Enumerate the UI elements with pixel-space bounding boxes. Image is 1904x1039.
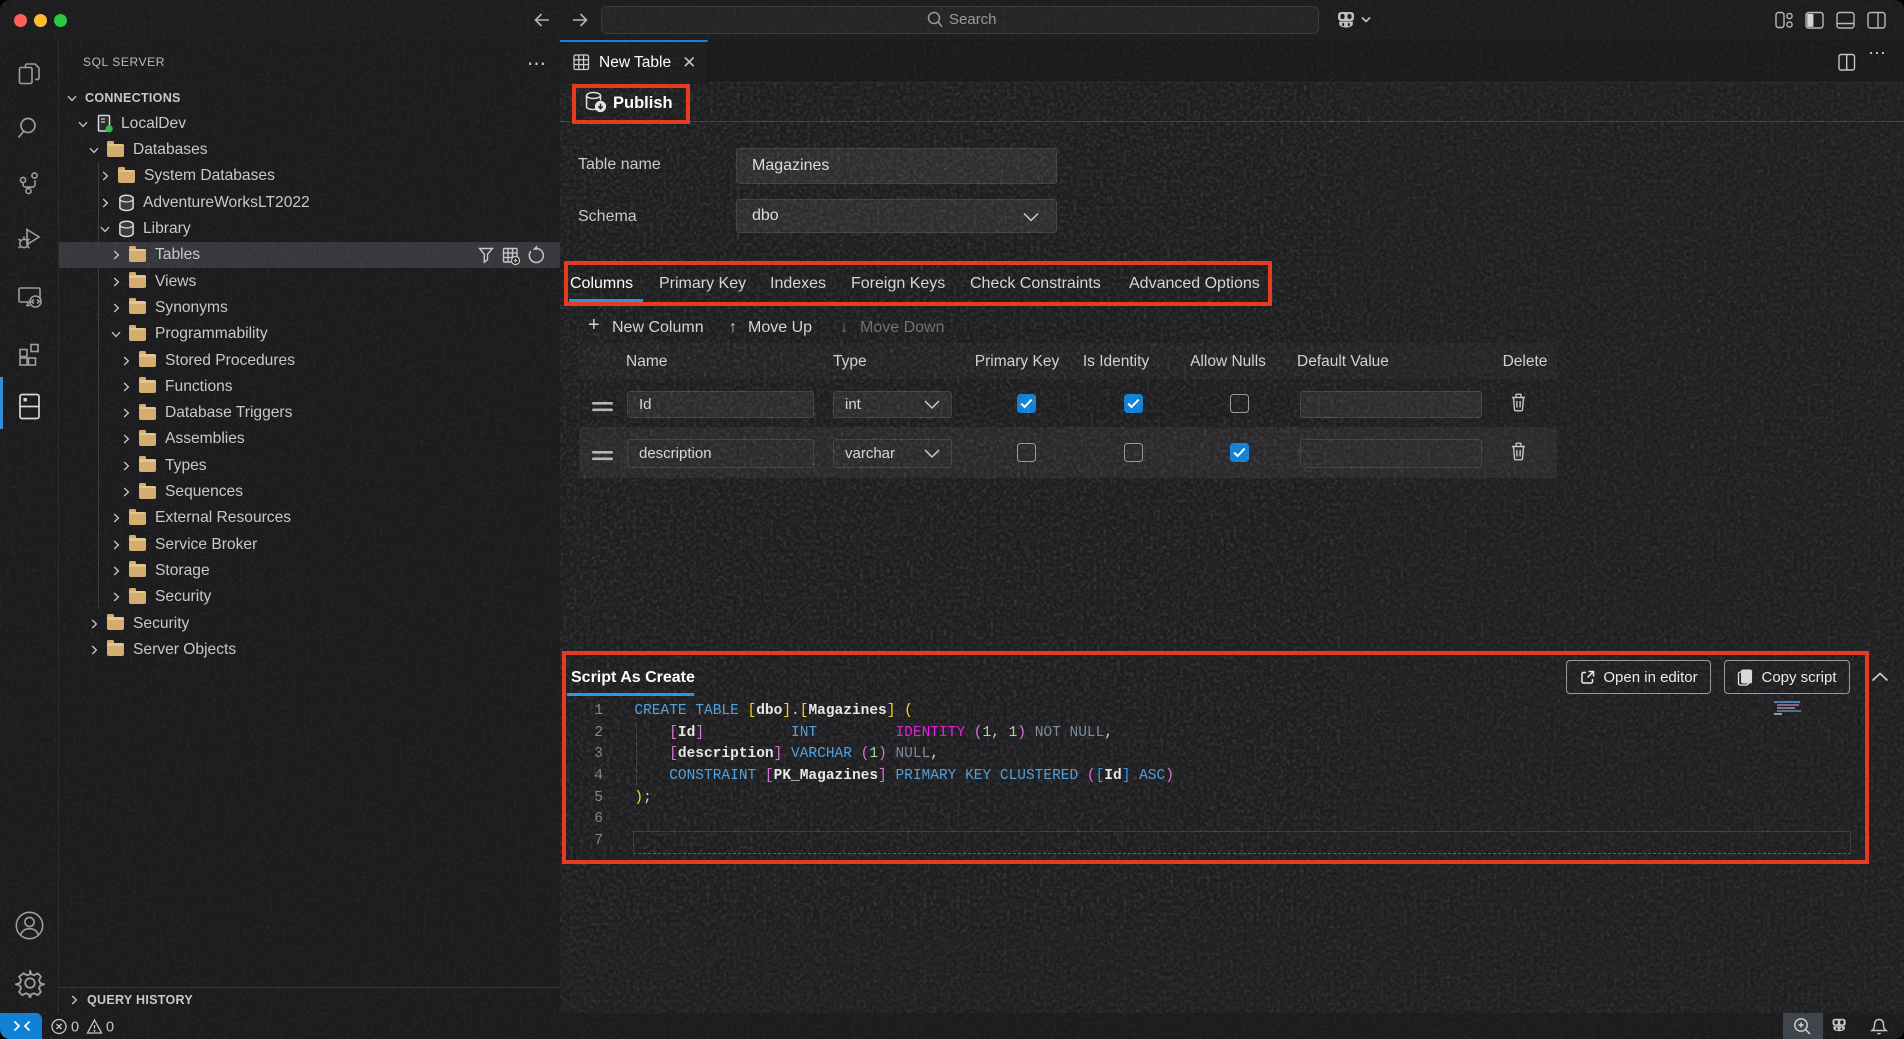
svg-text:0: 0 (71, 1019, 79, 1035)
svg-text:Search: Search (949, 11, 997, 28)
svg-text:0: 0 (106, 1019, 114, 1035)
